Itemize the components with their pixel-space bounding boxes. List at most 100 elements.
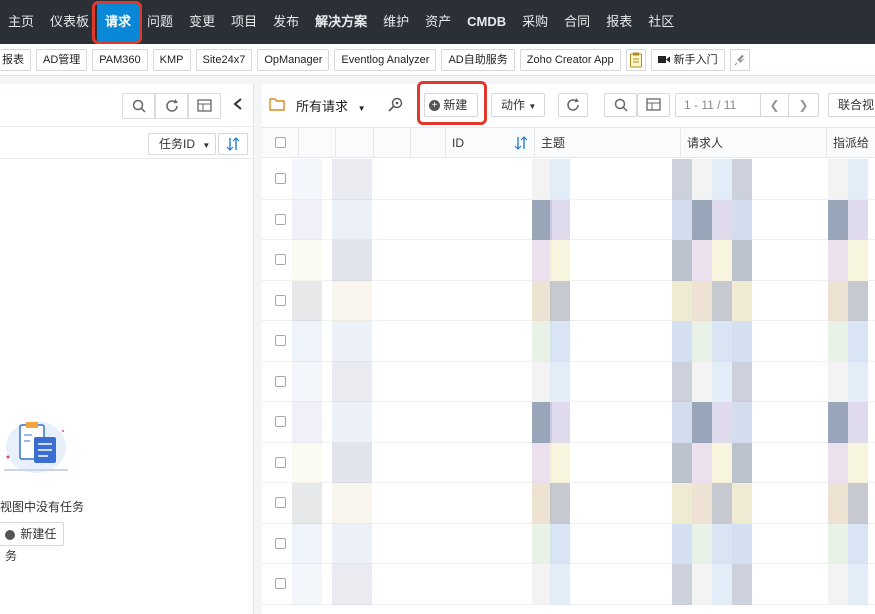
col-status-3 bbox=[373, 128, 410, 158]
chip-pam360[interactable]: PAM360 bbox=[92, 48, 148, 71]
task-search-button[interactable] bbox=[122, 93, 155, 119]
nav-changes[interactable]: 变更 bbox=[181, 0, 223, 44]
view-selector[interactable]: 所有请求 ▼ bbox=[296, 96, 366, 115]
redacted-cell bbox=[848, 321, 868, 362]
row-checkbox[interactable] bbox=[275, 173, 286, 184]
nav-solutions[interactable]: 解决方案 bbox=[307, 0, 375, 44]
prev-page-icon[interactable]: ❮ bbox=[760, 94, 788, 116]
redacted-cell bbox=[672, 240, 692, 281]
nav-projects[interactable]: 项目 bbox=[223, 0, 265, 44]
row-checkbox[interactable] bbox=[275, 537, 286, 549]
redacted-cell bbox=[332, 159, 372, 200]
search-button[interactable] bbox=[604, 93, 637, 117]
rocket-icon[interactable] bbox=[729, 48, 750, 71]
chip-reports[interactable]: 报表 bbox=[0, 48, 31, 71]
row-checkbox[interactable] bbox=[275, 497, 286, 508]
chip-site24x7[interactable]: Site24x7 bbox=[195, 48, 253, 71]
col-header-subject[interactable]: 主题 bbox=[534, 128, 680, 158]
task-columns-button[interactable] bbox=[188, 93, 221, 119]
task-panel-header bbox=[0, 84, 253, 127]
redacted-cell bbox=[550, 159, 570, 200]
chip-zoho-creator[interactable]: Zoho Creator App bbox=[519, 48, 621, 71]
redacted-cell bbox=[532, 361, 552, 402]
nav-purchase[interactable]: 采购 bbox=[514, 0, 556, 44]
nav-assets[interactable]: 资产 bbox=[417, 0, 459, 44]
col-header-assignee[interactable]: 指派给 bbox=[826, 128, 875, 158]
select-all-checkbox[interactable] bbox=[275, 137, 286, 148]
table-row[interactable] bbox=[262, 199, 875, 240]
table-row[interactable] bbox=[262, 483, 875, 524]
collapse-panel-icon[interactable] bbox=[232, 97, 244, 114]
row-checkbox[interactable] bbox=[275, 416, 286, 427]
table-row[interactable] bbox=[262, 159, 875, 200]
redacted-cell bbox=[672, 483, 692, 524]
row-checkbox[interactable] bbox=[275, 375, 286, 387]
redacted-cell bbox=[672, 199, 692, 240]
nav-releases[interactable]: 发布 bbox=[265, 0, 307, 44]
highlight-requests-tab bbox=[92, 1, 142, 44]
chip-ad-manager[interactable]: AD管理 bbox=[36, 48, 88, 71]
table-row[interactable] bbox=[262, 564, 875, 605]
redacted-cell bbox=[550, 442, 570, 483]
newbie-guide-button[interactable]: 新手入门 bbox=[650, 48, 725, 71]
redacted-cell bbox=[550, 523, 570, 564]
table-row[interactable] bbox=[262, 280, 875, 321]
table-row[interactable] bbox=[262, 402, 875, 443]
redacted-cell bbox=[712, 240, 732, 281]
row-checkbox[interactable] bbox=[275, 456, 286, 468]
merged-view-button[interactable]: 联合视图 bbox=[828, 93, 875, 117]
redacted-cell bbox=[532, 240, 552, 281]
chip-ad-selfservice[interactable]: AD自助服务 bbox=[441, 48, 515, 71]
chip-kmp[interactable]: KMP bbox=[152, 48, 191, 71]
table-row[interactable] bbox=[262, 361, 875, 402]
empty-tasks-message: 视图中没有任务 bbox=[0, 500, 85, 514]
table-settings-icon bbox=[196, 99, 212, 112]
row-checkbox[interactable] bbox=[275, 294, 286, 306]
columns-button[interactable] bbox=[637, 93, 670, 117]
nav-community[interactable]: 社区 bbox=[640, 0, 682, 44]
table-row[interactable] bbox=[262, 523, 875, 564]
nav-cmdb[interactable]: CMDB bbox=[459, 0, 514, 44]
actions-dropdown[interactable]: 动作 ▼ bbox=[491, 93, 545, 117]
redacted-cell bbox=[692, 199, 712, 240]
redacted-cell bbox=[550, 564, 570, 605]
new-task-button[interactable]: 新建任务 bbox=[0, 522, 64, 563]
next-page-icon[interactable]: ❯ bbox=[788, 94, 818, 116]
task-refresh-button[interactable] bbox=[155, 93, 188, 119]
nav-home[interactable]: 主页 bbox=[0, 0, 42, 44]
redacted-cell bbox=[848, 483, 868, 524]
row-checkbox[interactable] bbox=[275, 254, 286, 265]
chip-eventlog-analyzer[interactable]: Eventlog Analyzer bbox=[334, 48, 437, 71]
redacted-cell bbox=[672, 564, 692, 605]
redacted-cell bbox=[732, 199, 752, 240]
nav-dashboard[interactable]: 仪表板 bbox=[42, 0, 97, 44]
redacted-cell bbox=[848, 280, 868, 321]
refresh-button[interactable] bbox=[558, 93, 588, 117]
row-checkbox[interactable] bbox=[275, 335, 286, 346]
search-settings-icon[interactable] bbox=[387, 97, 405, 116]
redacted-cell bbox=[532, 402, 552, 443]
table-row[interactable] bbox=[262, 240, 875, 281]
nav-problems[interactable]: 问题 bbox=[139, 0, 181, 44]
col-header-requester[interactable]: 请求人 bbox=[680, 128, 826, 158]
redacted-cell bbox=[292, 402, 322, 443]
redacted-cell bbox=[692, 361, 712, 402]
col-header-id[interactable]: ID bbox=[445, 128, 534, 158]
nav-reports[interactable]: 报表 bbox=[598, 0, 640, 44]
redacted-cell bbox=[292, 159, 322, 200]
nav-contracts[interactable]: 合同 bbox=[556, 0, 598, 44]
notepad-icon[interactable] bbox=[625, 48, 646, 71]
nav-maintenance[interactable]: 维护 bbox=[375, 0, 417, 44]
row-checkbox[interactable] bbox=[275, 213, 286, 225]
chip-opmanager[interactable]: OpManager bbox=[257, 48, 330, 71]
table-row[interactable] bbox=[262, 321, 875, 362]
sort-order-button[interactable] bbox=[218, 133, 248, 155]
redacted-cell bbox=[332, 280, 372, 321]
redacted-cell bbox=[550, 240, 570, 281]
refresh-icon bbox=[567, 98, 579, 111]
task-sort-dropdown[interactable]: 任务ID ▼ bbox=[148, 133, 216, 155]
redacted-cell bbox=[332, 523, 372, 564]
row-checkbox[interactable] bbox=[275, 578, 286, 589]
redacted-cell bbox=[712, 483, 732, 524]
table-row[interactable] bbox=[262, 442, 875, 483]
